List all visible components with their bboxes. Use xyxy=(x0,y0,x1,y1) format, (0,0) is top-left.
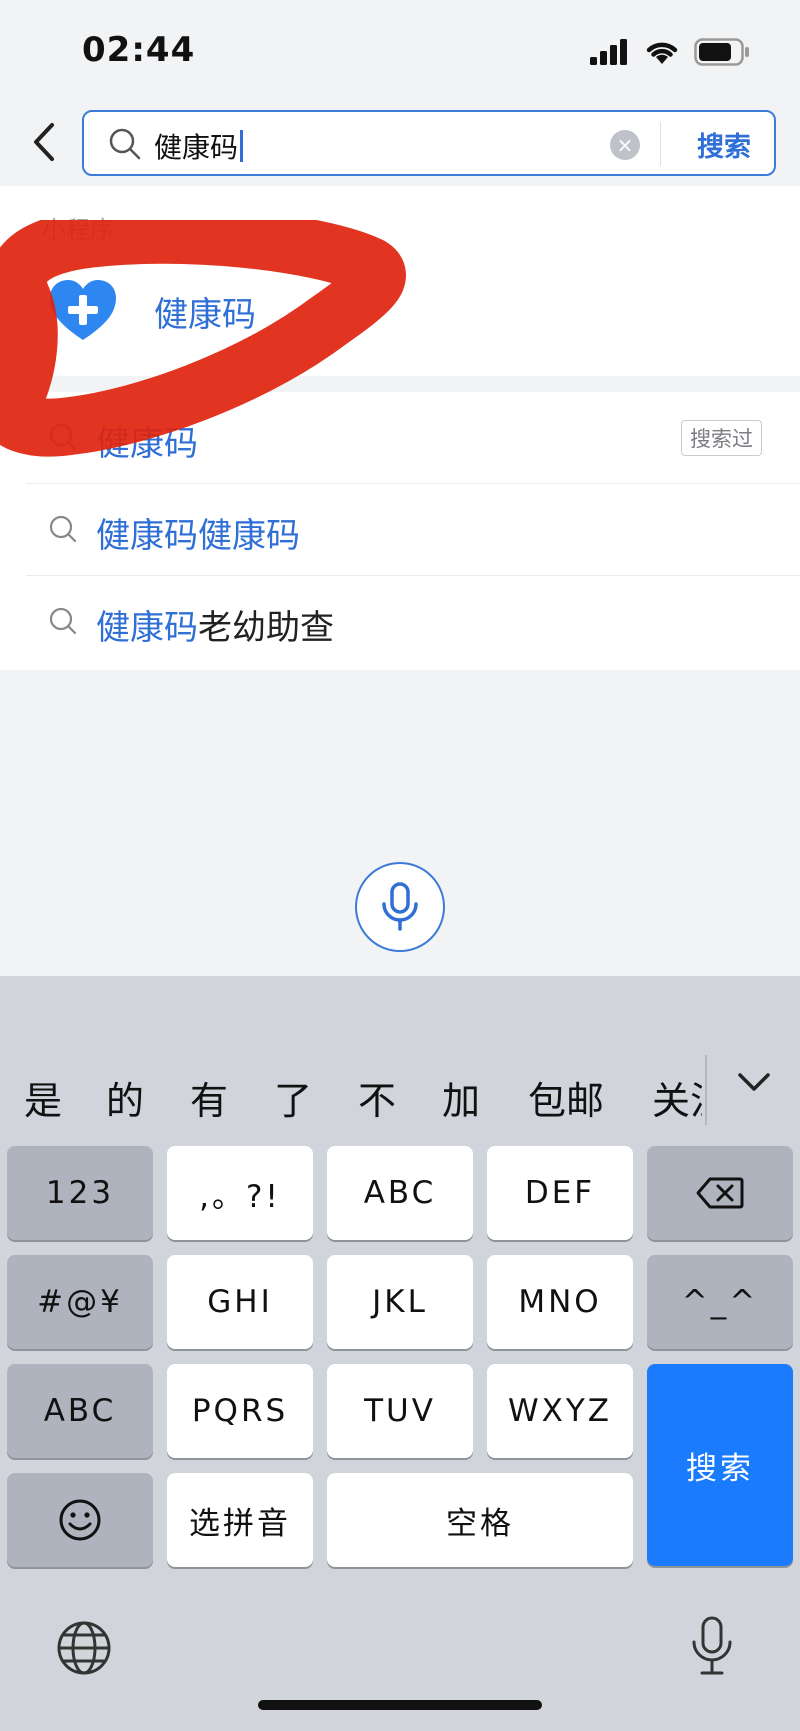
key-abc-switch[interactable]: ABC xyxy=(7,1364,153,1458)
candidate-word[interactable]: 关注 xyxy=(652,1070,702,1125)
key-wxyz[interactable]: WXYZ xyxy=(487,1364,633,1458)
text-caret xyxy=(240,130,244,162)
candidate-word[interactable]: 是 xyxy=(24,1070,62,1125)
status-time: 02:44 xyxy=(82,30,196,70)
backspace-icon xyxy=(696,1177,744,1209)
key-123[interactable]: 123 xyxy=(7,1146,153,1240)
home-indicator xyxy=(258,1700,542,1710)
wifi-icon xyxy=(646,42,678,64)
key-symbols[interactable]: #@¥ xyxy=(7,1255,153,1349)
mini-program-section-label: 小程序 xyxy=(42,216,114,244)
suggestion-text: 健康码健康码 xyxy=(96,516,300,556)
globe-icon[interactable] xyxy=(56,1620,112,1676)
voice-search-button[interactable] xyxy=(355,862,445,952)
candidate-word[interactable]: 了 xyxy=(274,1070,312,1125)
status-icons xyxy=(590,38,750,66)
key-jkl[interactable]: JKL xyxy=(327,1255,473,1349)
suggestion-item[interactable]: 健康码老幼助查 xyxy=(0,576,800,668)
candidate-word[interactable]: 加 xyxy=(442,1070,480,1125)
key-pqrs[interactable]: PQRS xyxy=(167,1364,313,1458)
back-button[interactable] xyxy=(24,118,64,166)
keyboard-microphone-icon[interactable] xyxy=(690,1616,734,1676)
candidate-word[interactable]: 不 xyxy=(358,1070,396,1125)
key-def[interactable]: DEF xyxy=(487,1146,633,1240)
emoji-icon xyxy=(59,1499,101,1541)
key-select-pinyin[interactable]: 选拼音 xyxy=(167,1473,313,1567)
delete-key[interactable] xyxy=(647,1146,793,1240)
candidate-word[interactable]: 包邮 xyxy=(528,1070,604,1125)
candidate-divider xyxy=(705,1055,707,1125)
suggestion-item[interactable]: 健康码健康码 xyxy=(0,484,800,576)
search-icon xyxy=(109,128,141,160)
suggestion-item[interactable]: 健康码 搜索过 xyxy=(0,392,800,484)
keyboard-search-button[interactable]: 搜索 xyxy=(647,1364,793,1566)
key-mno[interactable]: MNO xyxy=(487,1255,633,1349)
health-heart-logo-icon xyxy=(50,280,116,340)
search-button[interactable]: 搜索 xyxy=(674,125,774,164)
suggestion-text: 健康码 xyxy=(96,424,198,464)
mini-program-item[interactable]: 健康码 xyxy=(48,276,256,346)
cellular-signal-icon xyxy=(590,39,627,65)
key-tuv[interactable]: TUV xyxy=(327,1364,473,1458)
candidate-bar: 是 的 有 了 不 加 包邮 关注 xyxy=(0,1040,800,1150)
suggestion-list: 健康码 搜索过 健康码健康码 健康码老幼助查 xyxy=(0,392,800,670)
key-punctuation[interactable]: ,。?! xyxy=(167,1146,313,1240)
search-icon xyxy=(49,515,77,543)
chevron-down-icon[interactable] xyxy=(736,1070,772,1094)
microphone-icon xyxy=(382,882,418,931)
key-emoticon[interactable]: ^_^ xyxy=(647,1255,793,1349)
search-bar[interactable]: 健康码 × 搜索 xyxy=(82,110,776,176)
search-input[interactable]: 健康码 xyxy=(154,126,244,166)
mini-program-name: 健康码 xyxy=(154,294,256,335)
search-icon xyxy=(49,607,77,635)
chevron-left-icon xyxy=(34,123,54,161)
key-abc[interactable]: ABC xyxy=(327,1146,473,1240)
candidate-word[interactable]: 的 xyxy=(106,1070,144,1125)
emoji-key[interactable] xyxy=(7,1473,153,1567)
space-key[interactable]: 空格 xyxy=(327,1473,633,1567)
clear-search-button[interactable]: × xyxy=(610,130,640,160)
candidate-word[interactable]: 有 xyxy=(190,1070,228,1125)
suggestion-text: 健康码老幼助查 xyxy=(96,608,334,648)
search-icon xyxy=(49,423,77,451)
searched-before-tag: 搜索过 xyxy=(681,420,762,456)
battery-icon xyxy=(694,38,749,66)
key-ghi[interactable]: GHI xyxy=(167,1255,313,1349)
search-divider xyxy=(660,122,661,166)
